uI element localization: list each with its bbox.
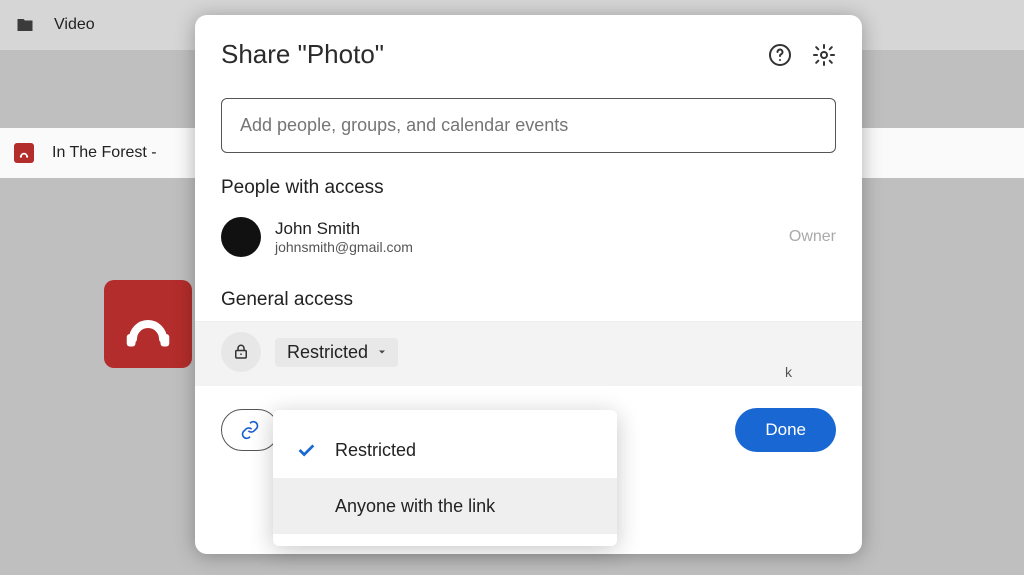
person-row: John Smith johnsmith@gmail.com Owner [195, 209, 862, 265]
gear-icon[interactable] [812, 43, 836, 67]
copy-link-button[interactable] [221, 409, 279, 451]
person-role: Owner [789, 228, 836, 246]
general-access-label: General access [221, 289, 862, 311]
menu-item-restricted[interactable]: Restricted [273, 422, 617, 478]
menu-item-label: Anyone with the link [335, 496, 495, 517]
avatar [221, 217, 261, 257]
general-access-row: Restricted k [195, 321, 862, 386]
menu-item-label: Restricted [335, 440, 416, 461]
folder-icon [14, 16, 36, 34]
done-button[interactable]: Done [735, 408, 836, 452]
general-access-dropdown[interactable]: Restricted [275, 338, 398, 367]
truncated-hint-text: k [785, 364, 792, 380]
drive-list-label: In The Forest - [52, 144, 157, 162]
dropdown-selected-label: Restricted [287, 342, 368, 363]
dialog-title: Share "Photo" [221, 39, 384, 70]
access-dropdown-menu: Restricted Anyone with the link [273, 410, 617, 546]
menu-item-anyone-link[interactable]: Anyone with the link [273, 478, 617, 534]
dialog-header: Share "Photo" [195, 15, 862, 82]
person-name: John Smith [275, 219, 413, 239]
audio-file-icon [14, 143, 34, 163]
add-people-input[interactable] [221, 98, 836, 153]
person-email: johnsmith@gmail.com [275, 239, 413, 255]
check-icon [295, 439, 335, 461]
drive-list-label: Video [54, 16, 95, 34]
help-icon[interactable] [768, 43, 792, 67]
audio-file-large-icon [104, 280, 192, 368]
people-with-access-label: People with access [221, 177, 862, 199]
chevron-down-icon [376, 346, 388, 358]
link-icon [240, 420, 260, 440]
lock-icon [221, 332, 261, 372]
